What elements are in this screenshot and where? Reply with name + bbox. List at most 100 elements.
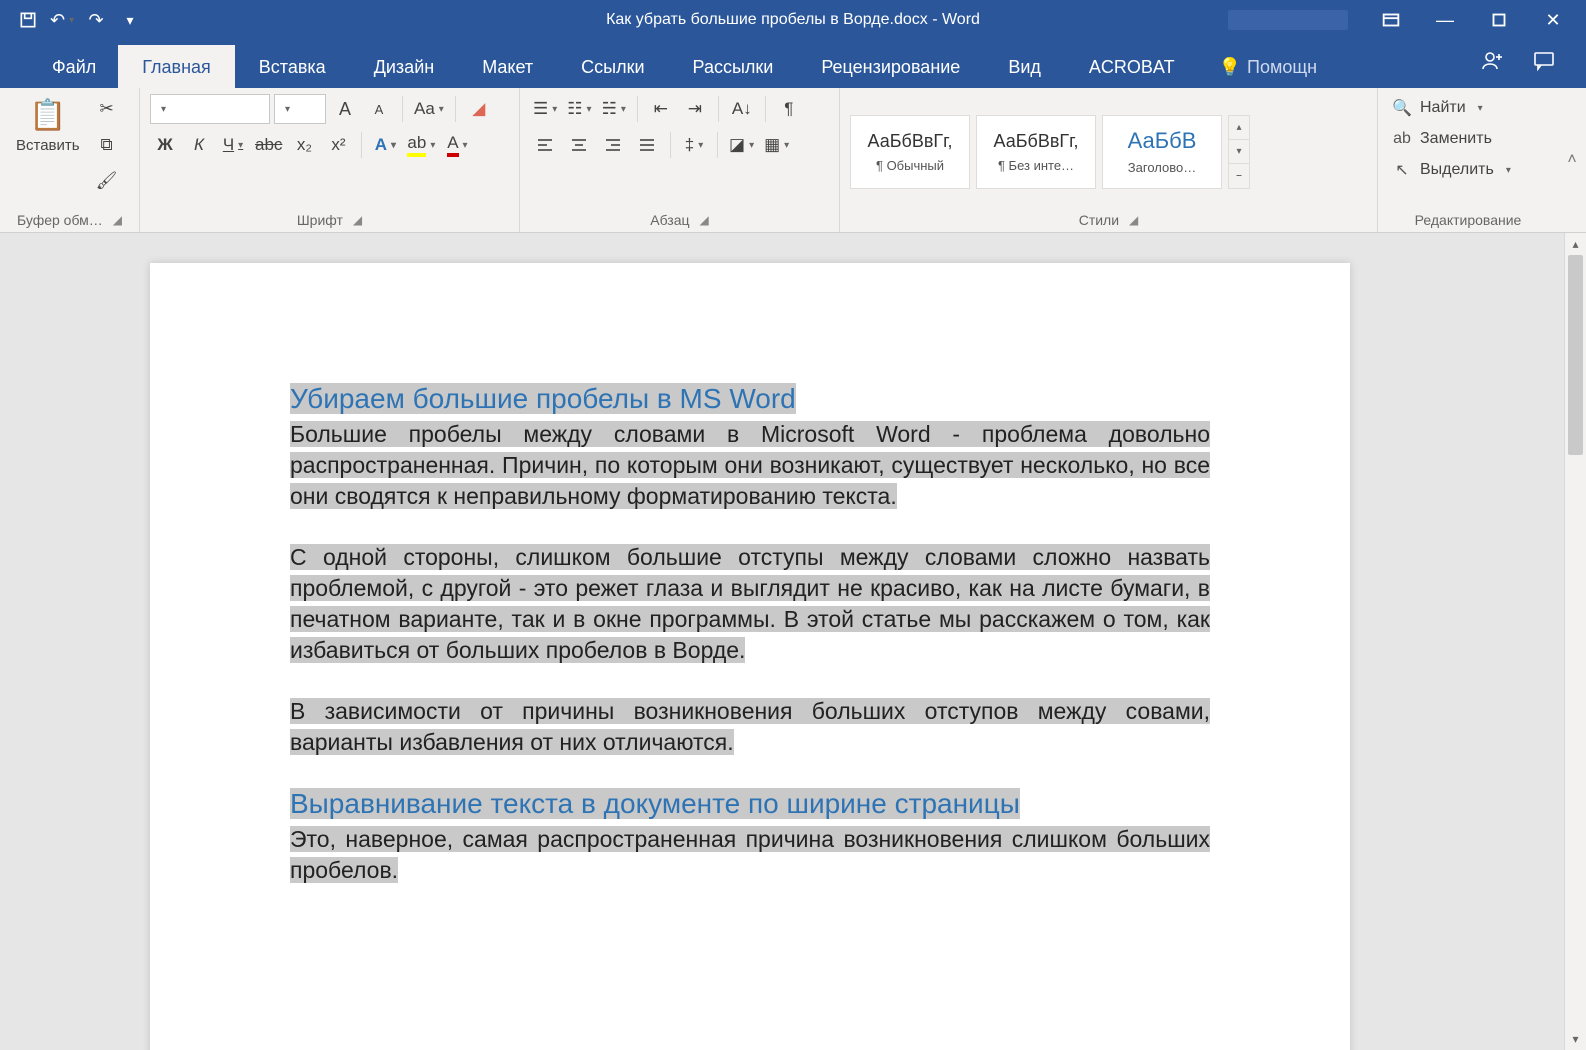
group-font: ▾ ▾ A A Aa▾ ◢ Ж К Ч▾ abc x₂ x² A▾ ab▾ A▾ bbox=[140, 88, 520, 232]
tab-home[interactable]: Главная bbox=[118, 45, 235, 88]
dialog-launcher-icon[interactable]: ◢ bbox=[1129, 213, 1138, 227]
vertical-scrollbar[interactable]: ▴ ▾ bbox=[1564, 233, 1586, 1050]
tell-me-label: Помощн bbox=[1247, 57, 1317, 78]
font-color-button[interactable]: A▾ bbox=[442, 130, 472, 160]
tab-insert[interactable]: Вставка bbox=[235, 45, 350, 88]
doc-paragraph-2[interactable]: С одной стороны, слишком большие отступы… bbox=[290, 544, 1210, 663]
find-button[interactable]: 🔍 Найти▾ bbox=[1388, 96, 1515, 120]
tab-view[interactable]: Вид bbox=[984, 45, 1065, 88]
text-effects-button[interactable]: A▾ bbox=[370, 130, 400, 160]
document-area: Убираем большие пробелы в MS Word Больши… bbox=[0, 233, 1586, 1050]
tab-mailings[interactable]: Рассылки bbox=[669, 45, 798, 88]
tab-references[interactable]: Ссылки bbox=[557, 45, 668, 88]
group-font-label: Шрифт bbox=[297, 212, 343, 228]
paste-button[interactable]: 📋 Вставить bbox=[10, 94, 86, 158]
cut-button[interactable]: ✂ bbox=[92, 94, 122, 124]
shading-button[interactable]: ◪▾ bbox=[726, 130, 757, 160]
redo-icon[interactable]: ↷ bbox=[86, 10, 106, 30]
gallery-more-icon[interactable]: ⎯ bbox=[1229, 164, 1249, 187]
dialog-launcher-icon[interactable]: ◢ bbox=[700, 213, 709, 227]
doc-heading-1[interactable]: Убираем большие пробелы в MS Word bbox=[290, 383, 796, 414]
style-normal[interactable]: АаБбВвГг, ¶ Обычный bbox=[850, 115, 970, 189]
scissors-icon: ✂ bbox=[99, 99, 113, 119]
ribbon-tabs: Файл Главная Вставка Дизайн Макет Ссылки… bbox=[0, 40, 1586, 88]
separator bbox=[402, 96, 403, 122]
borders-button[interactable]: ▦▾ bbox=[761, 130, 792, 160]
strikethrough-button[interactable]: abc bbox=[252, 130, 285, 160]
separator bbox=[718, 96, 719, 122]
format-painter-button[interactable]: 🖌 bbox=[92, 166, 122, 196]
tab-acrobat[interactable]: ACROBAT bbox=[1065, 45, 1199, 88]
tab-review[interactable]: Рецензирование bbox=[797, 45, 984, 88]
font-family-combo[interactable]: ▾ bbox=[150, 94, 270, 124]
close-icon[interactable]: ✕ bbox=[1542, 9, 1564, 31]
style-no-spacing[interactable]: АаБбВвГг, ¶ Без инте… bbox=[976, 115, 1096, 189]
gallery-down-icon[interactable]: ▾ bbox=[1229, 140, 1249, 164]
grow-font-button[interactable]: A bbox=[330, 94, 360, 124]
clear-formatting-button[interactable]: ◢ bbox=[464, 94, 494, 124]
page[interactable]: Убираем большие пробелы в MS Word Больши… bbox=[150, 263, 1350, 1050]
bold-button[interactable]: Ж bbox=[150, 130, 180, 160]
doc-paragraph-3[interactable]: В зависимости от причины возникновения б… bbox=[290, 698, 1210, 755]
save-icon[interactable] bbox=[18, 10, 38, 30]
window-controls: — ✕ bbox=[1228, 9, 1576, 31]
separator bbox=[670, 132, 671, 158]
superscript-button[interactable]: x² bbox=[323, 130, 353, 160]
gallery-up-icon[interactable]: ▴ bbox=[1229, 116, 1249, 140]
lightbulb-icon: 💡 bbox=[1219, 57, 1241, 78]
tab-layout[interactable]: Макет bbox=[458, 45, 557, 88]
share-icon[interactable] bbox=[1480, 48, 1504, 78]
doc-heading-2[interactable]: Выравнивание текста в документе по ширин… bbox=[290, 788, 1020, 819]
highlight-button[interactable]: ab▾ bbox=[404, 130, 438, 160]
ribbon: 📋 Вставить ✂ ⧉ 🖌 Буфер обм… ◢ ▾ ▾ A A Aa▾… bbox=[0, 88, 1586, 233]
ribbon-display-icon[interactable] bbox=[1380, 9, 1402, 31]
show-marks-button[interactable]: ¶ bbox=[774, 94, 804, 124]
replace-button[interactable]: ab Заменить bbox=[1388, 128, 1515, 150]
dialog-launcher-icon[interactable]: ◢ bbox=[353, 213, 362, 227]
dialog-launcher-icon[interactable]: ◢ bbox=[113, 213, 122, 227]
scroll-thumb[interactable] bbox=[1568, 255, 1583, 455]
shrink-font-button[interactable]: A bbox=[364, 94, 394, 124]
decrease-indent-button[interactable]: ⇤ bbox=[646, 94, 676, 124]
group-clipboard-label: Буфер обм… bbox=[17, 212, 103, 228]
scroll-down-icon[interactable]: ▾ bbox=[1565, 1028, 1586, 1050]
subscript-button[interactable]: x₂ bbox=[289, 130, 319, 160]
italic-button[interactable]: К bbox=[184, 130, 214, 160]
styles-gallery[interactable]: АаБбВвГг, ¶ Обычный АаБбВвГг, ¶ Без инте… bbox=[850, 115, 1250, 189]
increase-indent-button[interactable]: ⇥ bbox=[680, 94, 710, 124]
minimize-icon[interactable]: — bbox=[1434, 9, 1456, 31]
select-button[interactable]: ↖ Выделить▾ bbox=[1388, 158, 1515, 182]
line-spacing-button[interactable]: ‡▾ bbox=[679, 130, 709, 160]
undo-icon[interactable]: ↶▾ bbox=[52, 10, 72, 30]
tab-file[interactable]: Файл bbox=[30, 45, 118, 88]
copy-button[interactable]: ⧉ bbox=[92, 130, 122, 160]
maximize-icon[interactable] bbox=[1488, 9, 1510, 31]
change-case-button[interactable]: Aa▾ bbox=[411, 94, 447, 124]
tell-me[interactable]: 💡 Помощн bbox=[1199, 45, 1338, 88]
justify-button[interactable] bbox=[632, 130, 662, 160]
multilevel-list-button[interactable]: ☵▾ bbox=[599, 94, 629, 124]
doc-paragraph-1[interactable]: Большие пробелы между словами в Microsof… bbox=[290, 421, 1210, 509]
collapse-ribbon-button[interactable]: ˄ bbox=[1558, 88, 1586, 232]
scroll-up-icon[interactable]: ▴ bbox=[1565, 233, 1586, 255]
tab-design[interactable]: Дизайн bbox=[350, 45, 459, 88]
clipboard-icon: 📋 bbox=[29, 98, 66, 133]
replace-icon: ab bbox=[1392, 130, 1412, 148]
font-size-combo[interactable]: ▾ bbox=[274, 94, 326, 124]
underline-button[interactable]: Ч▾ bbox=[218, 130, 248, 160]
gallery-scroll[interactable]: ▴ ▾ ⎯ bbox=[1228, 115, 1250, 189]
align-center-button[interactable] bbox=[564, 130, 594, 160]
doc-paragraph-4[interactable]: Это, наверное, самая распространенная пр… bbox=[290, 826, 1210, 883]
style-heading1[interactable]: АаБбВ Заголово… bbox=[1102, 115, 1222, 189]
qat-customize-icon[interactable]: ▾ bbox=[120, 10, 140, 30]
align-right-button[interactable] bbox=[598, 130, 628, 160]
separator bbox=[455, 96, 456, 122]
comments-icon[interactable] bbox=[1532, 48, 1556, 78]
numbering-button[interactable]: ☷▾ bbox=[564, 94, 594, 124]
search-icon: 🔍 bbox=[1392, 98, 1412, 118]
align-left-button[interactable] bbox=[530, 130, 560, 160]
sort-button[interactable]: A↓ bbox=[727, 94, 757, 124]
bullets-button[interactable]: ☰▾ bbox=[530, 94, 560, 124]
quick-access-toolbar: ↶▾ ↷ ▾ bbox=[10, 10, 140, 30]
titlebar: ↶▾ ↷ ▾ Как убрать большие пробелы в Ворд… bbox=[0, 0, 1586, 40]
